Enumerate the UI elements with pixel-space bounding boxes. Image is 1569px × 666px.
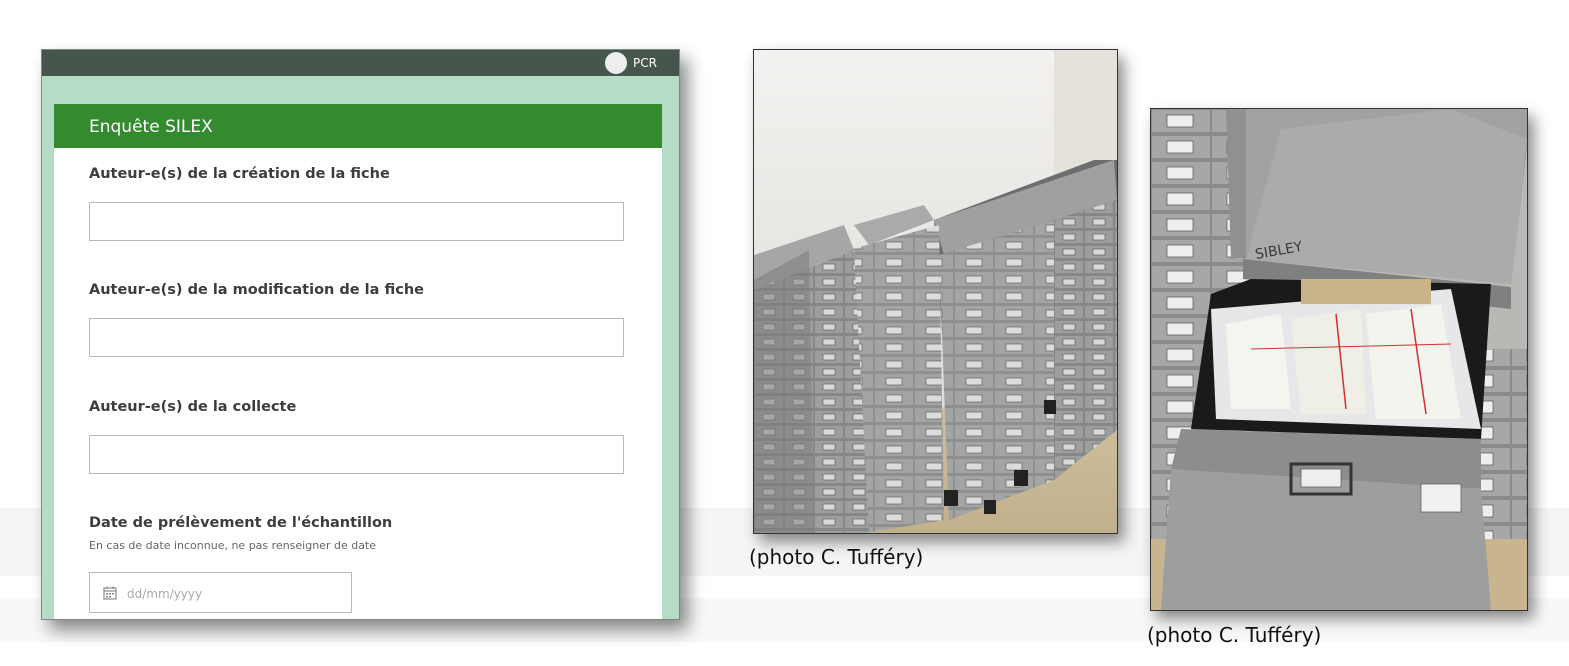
survey-header: Enquête SILEX bbox=[54, 104, 662, 148]
user-name[interactable]: PCR bbox=[633, 56, 657, 70]
top-bar: PCR bbox=[42, 50, 679, 76]
sample-date-input[interactable] bbox=[125, 581, 339, 607]
sample-date-field[interactable] bbox=[89, 572, 352, 613]
question-label-creation-author: Auteur-e(s) de la création de la fiche bbox=[89, 166, 390, 182]
collection-author-input[interactable] bbox=[89, 435, 624, 474]
creation-author-input[interactable] bbox=[89, 202, 624, 241]
photo-open-drawer: SIBLEY bbox=[1150, 108, 1528, 611]
photo-caption-1: (photo C. Tufféry) bbox=[749, 545, 924, 569]
photo-caption-2: (photo C. Tufféry) bbox=[1147, 623, 1322, 647]
photo-cabinets-row bbox=[753, 49, 1118, 534]
survey-form-screenshot: PCR Enquête SILEX Auteur-e(s) de la créa… bbox=[41, 49, 680, 620]
survey-card: Enquête SILEX Auteur-e(s) de la création… bbox=[54, 104, 662, 619]
calendar-icon[interactable] bbox=[103, 586, 117, 600]
modification-author-input[interactable] bbox=[89, 318, 624, 357]
question-label-modification-author: Auteur-e(s) de la modification de la fic… bbox=[89, 282, 424, 298]
question-label-collection-author: Auteur-e(s) de la collecte bbox=[89, 399, 297, 415]
survey-title: Enquête SILEX bbox=[89, 117, 213, 137]
question-label-sample-date: Date de prélèvement de l'échantillon bbox=[89, 515, 393, 531]
user-avatar[interactable] bbox=[605, 52, 627, 74]
sample-date-hint: En cas de date inconnue, ne pas renseign… bbox=[89, 539, 377, 552]
